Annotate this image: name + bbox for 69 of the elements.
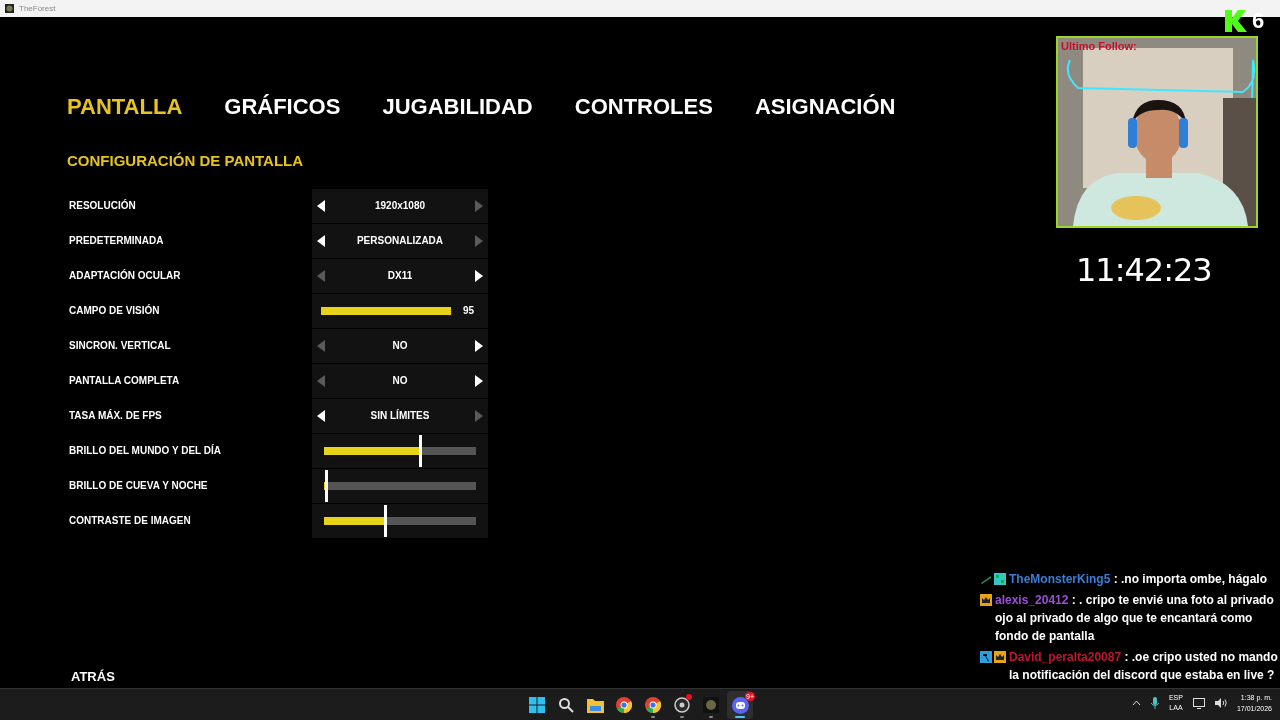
chat-message: TheMonsterKing5 : .no importa ombe, hágalo bbox=[1009, 571, 1268, 588]
setting-label: PREDETERMINADA bbox=[68, 234, 165, 248]
folder-icon bbox=[586, 697, 604, 713]
windows-logo-icon bbox=[529, 697, 545, 713]
chat-message: alexis_20412 : . cripo te envié una foto al privado ojo al privado de algo que te encantará como fondo de pantalla bbox=[995, 592, 1275, 645]
slider[interactable] bbox=[324, 434, 476, 467]
slider-thumb[interactable] bbox=[324, 469, 328, 502]
chevron-up-icon[interactable] bbox=[1131, 700, 1141, 706]
tab[interactable]: PANTALLA bbox=[67, 90, 183, 123]
slider[interactable] bbox=[324, 504, 476, 537]
slider[interactable] bbox=[324, 469, 476, 502]
selector-control[interactable]: 1920x1080 bbox=[312, 188, 488, 223]
tab[interactable]: ASIGNACIÓN bbox=[754, 90, 896, 123]
setting-label: RESOLUCIÓN bbox=[68, 198, 137, 213]
tab[interactable]: CONTROLES bbox=[574, 90, 713, 123]
window-title: TheForest bbox=[19, 2, 56, 15]
back-button[interactable]: ATRÁS bbox=[71, 666, 115, 686]
sword-icon bbox=[980, 573, 992, 585]
slider-value: 95 bbox=[463, 304, 475, 318]
selector-control[interactable]: NO bbox=[312, 328, 488, 363]
record-icon bbox=[674, 697, 690, 713]
slider-thumb[interactable] bbox=[418, 434, 422, 467]
setting-label: CAMPO DE VISIÓN bbox=[68, 303, 161, 318]
selector-control[interactable]: PERSONALIZADA bbox=[312, 223, 488, 258]
browser-icon bbox=[616, 697, 632, 713]
selector-value: NO bbox=[392, 374, 408, 388]
microphone-icon[interactable] bbox=[1150, 697, 1159, 709]
slider-thumb[interactable] bbox=[383, 504, 387, 537]
selector-value: 1920x1080 bbox=[374, 199, 426, 213]
chat-username: alexis_20412 bbox=[995, 593, 1069, 607]
selector-control[interactable]: NO bbox=[312, 363, 488, 398]
chat-username: TheMonsterKing5 bbox=[1009, 572, 1111, 586]
setting-label: CONTRASTE DE IMAGEN bbox=[68, 514, 192, 528]
slider-fill[interactable] bbox=[321, 306, 451, 315]
search-icon bbox=[558, 697, 574, 713]
chat-message: David_peralta20087 : .oe cripo usted no mando la notificación del discord que estaba en live ? bbox=[1009, 649, 1278, 684]
selector-value: NO bbox=[392, 339, 408, 353]
selector-value: PERSONALIZADA bbox=[356, 234, 444, 248]
app-icon bbox=[5, 4, 14, 13]
hammer-icon bbox=[980, 651, 992, 663]
selector-control[interactable]: DX11 bbox=[312, 258, 488, 293]
speaker-icon[interactable] bbox=[1214, 698, 1227, 708]
grid-icon bbox=[994, 573, 1006, 585]
browser-icon bbox=[645, 697, 661, 713]
left-arrow-icon[interactable] bbox=[317, 199, 325, 212]
right-arrow-icon[interactable] bbox=[475, 374, 483, 387]
crown-icon bbox=[980, 594, 992, 606]
setting-label: ADAPTACIÓN OCULAR bbox=[68, 268, 182, 283]
game-icon bbox=[703, 697, 719, 713]
selector-value: SIN LÍMITES bbox=[370, 408, 430, 423]
crown-icon bbox=[994, 651, 1006, 663]
right-arrow-icon[interactable] bbox=[475, 339, 483, 352]
tab[interactable]: GRÁFICOS bbox=[224, 90, 341, 123]
setting-label: BRILLO DEL MUNDO Y DEL DÍA bbox=[68, 443, 223, 458]
section-title: CONFIGURACIÓN DE PANTALLA bbox=[67, 151, 305, 171]
setting-label: TASA MÁX. DE FPS bbox=[68, 408, 163, 423]
left-arrow-icon[interactable] bbox=[317, 409, 325, 422]
chat-username: David_peralta20087 bbox=[1009, 650, 1122, 664]
selector-value: DX11 bbox=[387, 269, 413, 283]
stream-clock: 11:42:23 bbox=[1076, 250, 1212, 291]
left-arrow-icon[interactable] bbox=[317, 234, 325, 247]
setting-label: BRILLO DE CUEVA Y NOCHE bbox=[68, 479, 209, 493]
tab[interactable]: JUGABILIDAD bbox=[382, 90, 533, 123]
selector-control[interactable]: SIN LÍMITES bbox=[312, 398, 488, 433]
network-icon[interactable] bbox=[1192, 697, 1205, 709]
setting-label: PANTALLA COMPLETA bbox=[68, 374, 181, 388]
right-arrow-icon[interactable] bbox=[475, 269, 483, 282]
k-logo-icon bbox=[1224, 8, 1248, 33]
setting-label: SINCRON. VERTICAL bbox=[68, 339, 172, 353]
